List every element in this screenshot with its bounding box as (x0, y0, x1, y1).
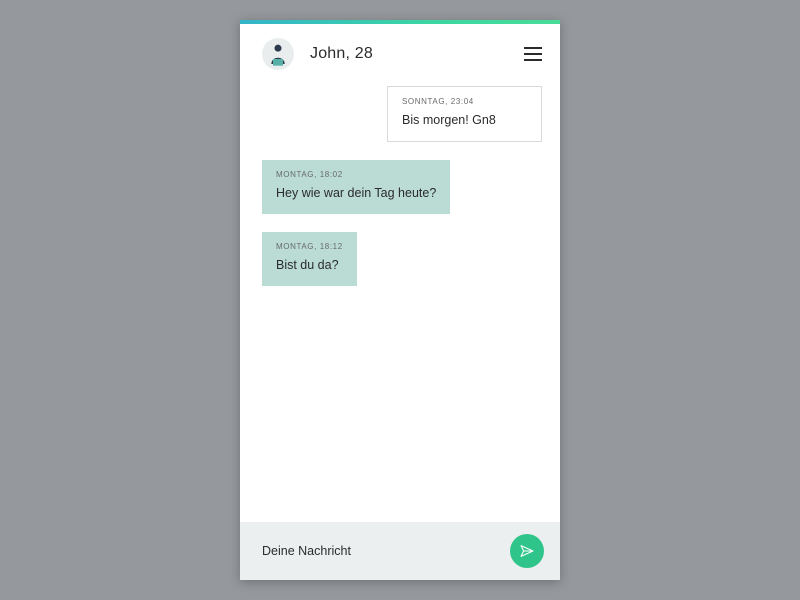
outgoing-message: MONTAG, 18:02 Hey wie war dein Tag heute… (262, 160, 450, 214)
message-timestamp: MONTAG, 18:12 (276, 242, 343, 251)
message-list: SONNTAG, 23:04 Bis morgen! Gn8 MONTAG, 1… (240, 80, 560, 522)
message-input[interactable] (262, 544, 498, 558)
message-composer (240, 522, 560, 580)
message-row: MONTAG, 18:02 Hey wie war dein Tag heute… (262, 160, 542, 232)
message-text: Bis morgen! Gn8 (402, 112, 527, 129)
avatar[interactable] (262, 38, 294, 70)
hamburger-menu-icon[interactable] (524, 47, 542, 61)
message-row: MONTAG, 18:12 Bist du da? (262, 232, 542, 304)
message-text: Hey wie war dein Tag heute? (276, 185, 436, 202)
outgoing-message: MONTAG, 18:12 Bist du da? (262, 232, 357, 286)
chat-header: John, 28 (240, 24, 560, 80)
paper-plane-icon (519, 543, 535, 559)
message-timestamp: MONTAG, 18:02 (276, 170, 436, 179)
message-row: SONNTAG, 23:04 Bis morgen! Gn8 (262, 86, 542, 160)
incoming-message: SONNTAG, 23:04 Bis morgen! Gn8 (387, 86, 542, 142)
chat-screen: John, 28 SONNTAG, 23:04 Bis morgen! Gn8 … (240, 20, 560, 580)
message-timestamp: SONNTAG, 23:04 (402, 97, 527, 106)
person-icon (268, 42, 288, 66)
message-text: Bist du da? (276, 257, 343, 274)
send-button[interactable] (510, 534, 544, 568)
contact-name: John, 28 (310, 45, 373, 63)
